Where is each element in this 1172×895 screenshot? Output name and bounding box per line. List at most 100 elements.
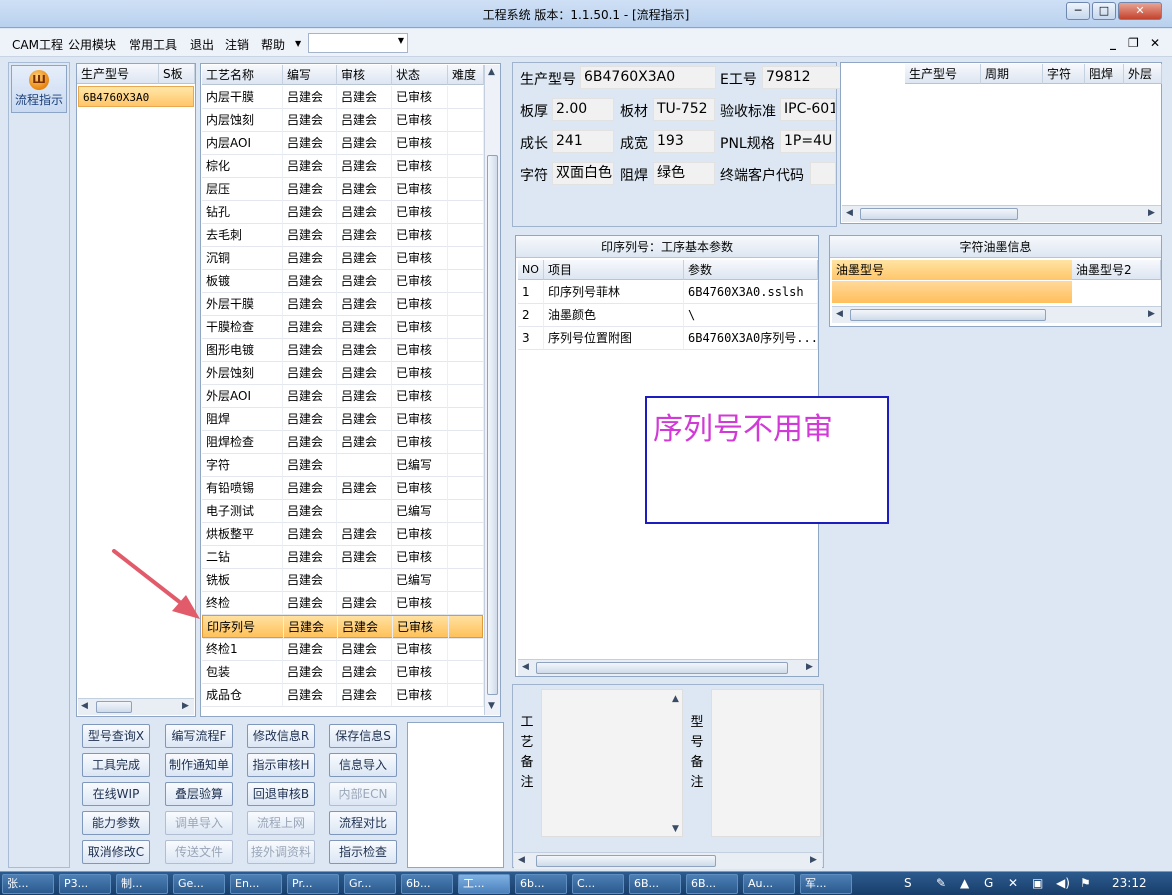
action-button[interactable]: 指示审核H	[247, 753, 315, 777]
field-prod-model[interactable]: 6B4760X3A0	[580, 66, 716, 89]
menu-combo[interactable]: ▼	[308, 33, 408, 53]
tray-app-icon[interactable]: S	[904, 876, 912, 890]
grid-header-model[interactable]: 生产型号	[905, 64, 981, 84]
field-mask[interactable]: 绿色	[653, 162, 715, 185]
action-button[interactable]: 传送文件	[165, 840, 233, 864]
grid-scrollbar[interactable]: ◀ ▶	[842, 205, 1161, 222]
tray-g-icon[interactable]: G	[984, 876, 993, 890]
process-table-vscrollbar[interactable]: ▲ ▼	[484, 65, 500, 715]
header-status[interactable]: 状态	[392, 65, 448, 85]
taskbar-item[interactable]: Au...	[743, 874, 795, 894]
process-row[interactable]: 二钻 吕建会 吕建会 已审核	[202, 546, 484, 569]
taskbar-item[interactable]: 军...	[800, 874, 852, 894]
ink-header-model2[interactable]: 油墨型号2	[1072, 260, 1161, 280]
scroll-thumb[interactable]	[536, 855, 716, 867]
ink-row[interactable]	[832, 281, 1072, 303]
scroll-up-icon[interactable]: ▲	[488, 67, 495, 77]
scroll-left-icon[interactable]: ◀	[522, 662, 529, 672]
grid-header-mask[interactable]: 阻焊	[1085, 64, 1124, 84]
mdi-minimize-icon[interactable]: _	[1110, 36, 1116, 50]
model-remark-field[interactable]	[711, 689, 821, 837]
param-item-cell[interactable]: 油墨颜色	[544, 304, 684, 327]
tray-volume-icon[interactable]: ◀)	[1056, 876, 1070, 890]
maximize-button[interactable]: □	[1092, 2, 1116, 20]
menu-more-arrow-icon[interactable]: ▼	[295, 39, 301, 48]
scroll-right-icon[interactable]: ▶	[810, 855, 817, 865]
param-value-cell[interactable]: \	[684, 304, 818, 327]
grid-header-period[interactable]: 周期	[981, 64, 1043, 84]
taskbar-item[interactable]: 工...	[458, 874, 510, 894]
process-row[interactable]: 印序列号 吕建会 吕建会 已审核	[202, 615, 485, 639]
process-remark-field[interactable]: ▲ ▼	[541, 689, 683, 837]
field-char[interactable]: 双面白色	[552, 162, 614, 185]
process-row[interactable]: 烘板整平 吕建会 吕建会 已审核	[202, 523, 484, 546]
tray-x-icon[interactable]: ✕	[1008, 876, 1018, 890]
scroll-thumb[interactable]	[96, 701, 132, 713]
scroll-up-icon[interactable]: ▲	[672, 694, 679, 704]
action-button[interactable]: 型号查询X	[82, 724, 150, 748]
menu-logout[interactable]: 注销	[225, 36, 249, 53]
scroll-left-icon[interactable]: ◀	[836, 309, 843, 319]
process-row[interactable]: 外层蚀刻 吕建会 吕建会 已审核	[202, 362, 484, 385]
process-row[interactable]: 阻焊 吕建会 吕建会 已审核	[202, 408, 484, 431]
scroll-down-icon[interactable]: ▼	[488, 701, 495, 711]
menu-tools[interactable]: 常用工具	[129, 36, 177, 53]
process-row[interactable]: 终检1 吕建会 吕建会 已审核	[202, 638, 484, 661]
process-row[interactable]: 层压 吕建会 吕建会 已审核	[202, 178, 484, 201]
process-row[interactable]: 终检 吕建会 吕建会 已审核	[202, 592, 484, 615]
taskbar-item[interactable]: P3...	[59, 874, 111, 894]
scroll-left-icon[interactable]: ◀	[846, 208, 853, 218]
process-row[interactable]: 钻孔 吕建会 吕建会 已审核	[202, 201, 484, 224]
scroll-right-icon[interactable]: ▶	[182, 701, 189, 711]
taskbar-item[interactable]: En...	[230, 874, 282, 894]
process-row[interactable]: 内层AOI 吕建会 吕建会 已审核	[202, 132, 484, 155]
scroll-down-icon[interactable]: ▼	[672, 824, 679, 834]
model-row[interactable]: 6B4760X3A0	[78, 86, 194, 107]
field-material[interactable]: TU-752	[653, 98, 715, 121]
process-row[interactable]: 字符 吕建会 已编写	[202, 454, 484, 477]
taskbar-item[interactable]: Pr...	[287, 874, 339, 894]
header-prod-model[interactable]: 生产型号	[77, 64, 159, 84]
action-button[interactable]: 回退审核B	[247, 782, 315, 806]
process-row[interactable]: 板镀 吕建会 吕建会 已审核	[202, 270, 484, 293]
process-row[interactable]: 外层干膜 吕建会 吕建会 已审核	[202, 293, 484, 316]
action-button[interactable]: 调单导入	[165, 811, 233, 835]
action-button[interactable]: 取消修改C	[82, 840, 150, 864]
action-button[interactable]: 编写流程F	[165, 724, 233, 748]
minimize-button[interactable]: ─	[1066, 2, 1090, 20]
scroll-right-icon[interactable]: ▶	[1148, 208, 1155, 218]
action-button[interactable]: 叠层验算	[165, 782, 233, 806]
menu-help[interactable]: 帮助	[261, 36, 285, 53]
taskbar-item[interactable]: 6b...	[515, 874, 567, 894]
process-row[interactable]: 成品仓 吕建会 吕建会 已审核	[202, 684, 484, 707]
grid-header-outer[interactable]: 外层	[1124, 64, 1162, 84]
scroll-left-icon[interactable]: ◀	[81, 701, 88, 711]
taskbar-item[interactable]: 6B...	[686, 874, 738, 894]
process-row[interactable]: 干膜检查 吕建会 吕建会 已审核	[202, 316, 484, 339]
params-header-value[interactable]: 参数	[684, 260, 818, 280]
process-row[interactable]: 电子测试 吕建会 已编写	[202, 500, 484, 523]
process-row[interactable]: 棕化 吕建会 吕建会 已审核	[202, 155, 484, 178]
field-standard[interactable]: IPC-6012	[780, 98, 836, 121]
taskbar-item[interactable]: 制...	[116, 874, 168, 894]
menu-exit[interactable]: 退出	[190, 36, 214, 53]
process-row[interactable]: 外层AOI 吕建会 吕建会 已审核	[202, 385, 484, 408]
field-thickness[interactable]: 2.00	[552, 98, 614, 121]
ink-header-model[interactable]: 油墨型号	[832, 260, 1072, 280]
param-item-cell[interactable]: 序列号位置附图	[544, 327, 684, 350]
params-header-item[interactable]: 项目	[544, 260, 684, 280]
tray-feather-icon[interactable]: ✎	[936, 876, 946, 890]
mdi-restore-icon[interactable]: ❐	[1128, 36, 1139, 50]
action-button[interactable]: 流程上网	[247, 811, 315, 835]
process-row[interactable]: 沉铜 吕建会 吕建会 已审核	[202, 247, 484, 270]
taskbar-item[interactable]: C...	[572, 874, 624, 894]
action-button[interactable]: 流程对比	[329, 811, 397, 835]
remarks-scrollbar[interactable]: ◀ ▶	[514, 852, 822, 869]
taskbar-item[interactable]: 张...	[2, 874, 54, 894]
menu-cam[interactable]: CAM工程	[12, 36, 63, 53]
scroll-right-icon[interactable]: ▶	[1148, 309, 1155, 319]
header-s-board[interactable]: S板	[159, 64, 195, 84]
action-button[interactable]: 内部ECN	[329, 782, 397, 806]
scroll-thumb[interactable]	[860, 208, 1018, 220]
params-scrollbar[interactable]: ◀ ▶	[518, 659, 818, 676]
